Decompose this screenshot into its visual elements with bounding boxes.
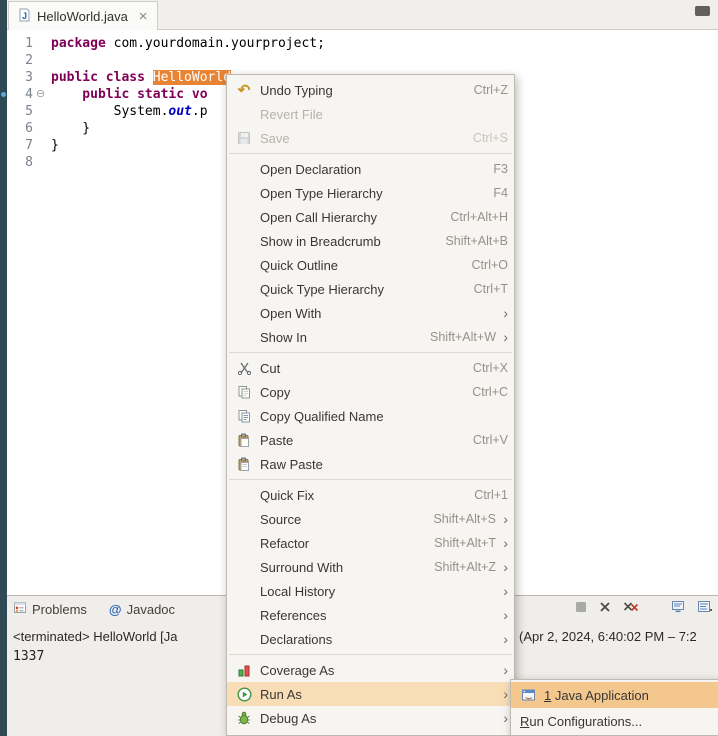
overview-marker-dot [1,92,6,97]
undo-icon [234,82,254,98]
submenu-item-label: Run Configurations... [520,714,642,729]
menu-item-open-declaration[interactable]: Open Declaration F3 [227,157,514,181]
menu-item-local-history[interactable]: Local History [227,579,514,603]
java-application-icon [520,688,537,702]
display-selected-console-icon[interactable] [671,600,685,618]
debug-icon [234,710,254,726]
menu-item-surround-with[interactable]: Surround With Shift+Alt+Z [227,555,514,579]
chevron-right-icon [496,687,508,701]
menu-item-quick-fix[interactable]: Quick Fix Ctrl+1 [227,483,514,507]
run-icon [234,686,254,702]
menu-item-copy-qualified-name[interactable]: Copy Qualified Name [227,404,514,428]
editor-tab-bar: J HelloWorld.java × [7,0,718,30]
remove-launch-icon[interactable] [599,600,611,618]
chevron-right-icon [496,632,508,646]
run-as-submenu: 1 Java Application Run Configurations... [510,679,718,736]
submenu-item-label: 1 Java Application [544,688,649,703]
chevron-right-icon [496,512,508,526]
bottom-view-tabs: Problems @ Javadoc [13,601,175,617]
code-line: package com.yourdomain.yourproject; [51,35,325,52]
tab-javadoc[interactable]: @ Javadoc [109,601,175,617]
submenu-item-java-application[interactable]: 1 Java Application [511,682,718,708]
code-line [51,52,325,69]
menu-item-quick-outline[interactable]: Quick Outline Ctrl+O [227,253,514,277]
problems-icon [13,601,27,617]
line-number: 7 [7,137,33,154]
copy-qualified-name-icon [234,408,254,424]
line-number: 6 [7,120,33,137]
chevron-right-icon [496,711,508,725]
copy-icon [234,384,254,400]
line-number-ruler[interactable]: 1 2 3 4 5 6 7 8 [7,35,33,171]
menu-separator [229,153,512,154]
cut-icon [234,360,254,376]
chevron-right-icon [496,330,508,344]
javadoc-icon: @ [109,602,122,617]
menu-item-open-with[interactable]: Open With [227,301,514,325]
console-status-right: (Apr 2, 2024, 6:40:02 PM – 7:2 [519,629,697,644]
window-edge-strip [0,0,7,736]
line-number: 4 [7,86,33,103]
console-toolbar [575,600,713,618]
menu-item-open-type-hierarchy[interactable]: Open Type Hierarchy F4 [227,181,514,205]
coverage-icon [234,662,254,678]
menu-item-debug-as[interactable]: Debug As [227,706,514,730]
java-file-icon: J [18,8,31,25]
line-number: 1 [7,35,33,52]
open-console-icon[interactable] [697,600,713,618]
line-number: 5 [7,103,33,120]
menu-item-source[interactable]: Source Shift+Alt+S [227,507,514,531]
terminate-icon[interactable] [575,600,587,618]
menu-item-save: Save Ctrl+S [227,126,514,150]
svg-text:J: J [22,11,27,21]
raw-paste-icon [234,456,254,472]
menu-item-cut[interactable]: Cut Ctrl+X [227,356,514,380]
selected-text: HelloWorld [153,70,231,85]
chevron-right-icon [496,306,508,320]
paste-icon [234,432,254,448]
menu-item-quick-type-hierarchy[interactable]: Quick Type Hierarchy Ctrl+T [227,277,514,301]
chevron-right-icon [496,536,508,550]
menu-item-refactor[interactable]: Refactor Shift+Alt+T [227,531,514,555]
save-icon [234,130,254,146]
menu-item-show-in-breadcrumb[interactable]: Show in Breadcrumb Shift+Alt+B [227,229,514,253]
fold-collapse-icon[interactable] [36,86,45,103]
menu-item-copy[interactable]: Copy Ctrl+C [227,380,514,404]
menu-item-declarations[interactable]: Declarations [227,627,514,651]
remove-all-launches-icon[interactable] [623,600,639,618]
menu-item-undo-typing[interactable]: Undo Typing Ctrl+Z [227,78,514,102]
tab-problems[interactable]: Problems [13,601,87,617]
menu-separator [229,479,512,480]
close-tab-icon[interactable]: × [139,9,148,24]
console-status-left: <terminated> HelloWorld [Ja [13,629,178,644]
menu-item-raw-paste[interactable]: Raw Paste [227,452,514,476]
menu-item-revert-file: Revert File [227,102,514,126]
menu-item-run-as[interactable]: Run As [227,682,514,706]
menu-separator [229,352,512,353]
menu-separator [229,654,512,655]
line-number: 3 [7,69,33,86]
submenu-item-run-configurations[interactable]: Run Configurations... [511,708,718,734]
minimize-view-icon[interactable] [695,6,710,16]
line-number: 2 [7,52,33,69]
chevron-right-icon [496,560,508,574]
menu-item-coverage-as[interactable]: Coverage As [227,658,514,682]
menu-item-references[interactable]: References [227,603,514,627]
chevron-right-icon [496,663,508,677]
tab-problems-label: Problems [32,602,87,617]
chevron-right-icon [496,584,508,598]
console-output: 1337 [13,649,44,664]
menu-item-show-in[interactable]: Show In Shift+Alt+W [227,325,514,349]
tab-javadoc-label: Javadoc [127,602,175,617]
tab-helloworld-java[interactable]: J HelloWorld.java × [8,1,158,30]
menu-item-paste[interactable]: Paste Ctrl+V [227,428,514,452]
editor-context-menu: Undo Typing Ctrl+Z Revert File Save Ctrl… [226,74,515,736]
menu-item-open-call-hierarchy[interactable]: Open Call Hierarchy Ctrl+Alt+H [227,205,514,229]
chevron-right-icon [496,608,508,622]
tab-label: HelloWorld.java [37,9,128,24]
line-number: 8 [7,154,33,171]
